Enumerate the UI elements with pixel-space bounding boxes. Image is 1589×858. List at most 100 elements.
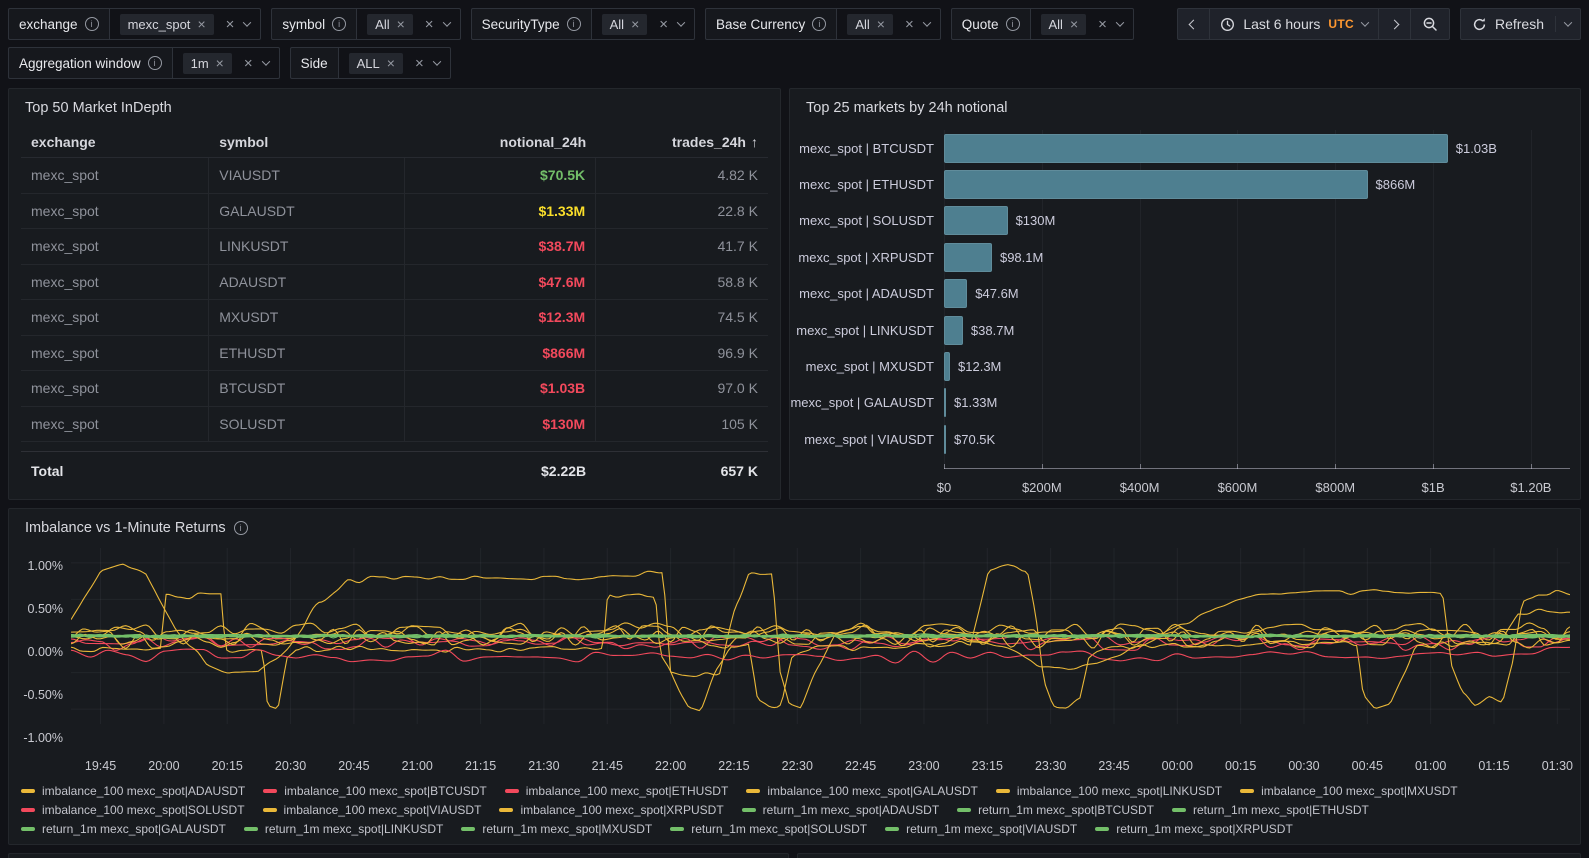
x-tick-label: 22:30 [782,759,813,773]
filter-chip-all[interactable]: ALL× [349,53,403,74]
x-tick-label: 23:00 [908,759,939,773]
legend-item-return-1m-mexc-spot-xrpusdt[interactable]: return_1m mexc_spot|XRPUSDT [1095,822,1293,836]
remove-chip-icon[interactable]: × [397,17,405,31]
legend-item-imbalance-100-mexc-spot-viausdt[interactable]: imbalance_100 mexc_spot|VIAUSDT [263,803,482,817]
legend-item-return-1m-mexc-spot-mxusdt[interactable]: return_1m mexc_spot|MXUSDT [461,822,652,836]
refresh-interval-dropdown[interactable] [1556,21,1580,27]
x-tick-label: $800M [1315,480,1355,495]
legend-item-imbalance-100-mexc-spot-xrpusdt[interactable]: imbalance_100 mexc_spot|XRPUSDT [499,803,723,817]
info-icon[interactable]: i [567,17,581,31]
time-zoom-out-button[interactable] [1411,9,1449,39]
legend-item-imbalance-100-mexc-spot-mxusdt[interactable]: imbalance_100 mexc_spot|MXUSDT [1240,784,1458,798]
chevron-down-icon[interactable] [677,18,685,26]
legend-item-imbalance-100-mexc-spot-solusdt[interactable]: imbalance_100 mexc_spot|SOLUSDT [21,803,245,817]
legend-item-return-1m-mexc-spot-viausdt[interactable]: return_1m mexc_spot|VIAUSDT [885,822,1077,836]
bar-label-mexc-spot-linkusdt: mexc_spot | LINKUSDT [796,312,944,348]
legend-swatch [505,789,519,793]
column-header-symbol[interactable]: symbol [209,134,405,150]
filter-chip-1m[interactable]: 1m× [183,53,232,74]
info-icon[interactable]: i [148,56,162,70]
bar [944,425,946,454]
time-shift-back-button[interactable] [1178,9,1210,39]
filter-chip-all[interactable]: All× [1041,14,1087,35]
bar-value-label: $1.03B [1456,141,1497,156]
legend-label: return_1m mexc_spot|BTCUSDT [978,803,1154,817]
legend-item-return-1m-mexc-spot-solusdt[interactable]: return_1m mexc_spot|SOLUSDT [670,822,867,836]
clear-filter-icon[interactable]: × [244,56,253,71]
legend-item-return-1m-mexc-spot-ethusdt[interactable]: return_1m mexc_spot|ETHUSDT [1172,803,1369,817]
filter-value-input[interactable]: All×× [1030,8,1134,40]
legend-item-return-1m-mexc-spot-adausdt[interactable]: return_1m mexc_spot|ADAUSDT [742,803,940,817]
chevron-down-icon[interactable] [243,18,251,26]
clear-filter-icon[interactable]: × [1098,17,1107,32]
info-icon[interactable]: i [812,17,826,31]
info-icon[interactable]: i [332,17,346,31]
chevron-down-icon[interactable] [922,18,930,26]
panel-title[interactable]: Imbalance vs 1-Minute Returns i [9,509,1580,542]
chevron-down-icon[interactable] [432,57,440,65]
filter-value-input[interactable]: All × × [836,8,940,40]
panel-title[interactable]: Top 25 markets by 24h notional [790,89,1580,122]
panel-title[interactable]: Top 50 Market InDepth [9,89,780,122]
remove-chip-icon[interactable]: × [877,17,885,31]
legend-item-imbalance-100-mexc-spot-galausdt[interactable]: imbalance_100 mexc_spot|GALAUSDT [746,784,978,798]
filter-chip-label: All [855,17,869,32]
legend-item-imbalance-100-mexc-spot-linkusdt[interactable]: imbalance_100 mexc_spot|LINKUSDT [996,784,1222,798]
filter-value-input[interactable]: All×× [356,8,460,40]
chevron-down-icon[interactable] [442,18,450,26]
legend-item-return-1m-mexc-spot-linkusdt[interactable]: return_1m mexc_spot|LINKUSDT [244,822,444,836]
bar-value-label: $130M [1016,213,1056,228]
info-icon[interactable]: i [1006,17,1020,31]
filter-groups-row2: Aggregation windowi1m××SideALL×× [8,47,451,79]
filter-chip-all[interactable]: All × [847,14,893,35]
panel-top50-market-indepth: Top 50 Market InDepth exchange symbol no… [8,88,781,500]
time-picker-group: Last 6 hours UTC [1177,8,1450,40]
remove-chip-icon[interactable]: × [631,17,639,31]
legend-item-imbalance-100-mexc-spot-btcusdt[interactable]: imbalance_100 mexc_spot|BTCUSDT [263,784,487,798]
legend-swatch [461,827,475,831]
legend-label: imbalance_100 mexc_spot|MXUSDT [1261,784,1458,798]
filter-quote: QuoteiAll×× [951,8,1134,40]
chevron-down-icon[interactable] [1116,18,1124,26]
filter-aggregation-window: Aggregation windowi1m×× [8,47,280,79]
filter-chip-mexc-spot[interactable]: mexc_spot× [120,14,214,35]
refresh-button[interactable]: Refresh [1461,16,1556,32]
panel-info-icon[interactable]: i [234,521,248,535]
column-header-notional[interactable]: notional_24h [405,134,596,150]
filter-chip-all[interactable]: All× [367,14,413,35]
remove-chip-icon[interactable]: × [387,56,395,70]
bar-rows: $1.03B$866M$130M$98.1M$47.6M$38.7M$12.3M… [944,130,1570,458]
legend-item-return-1m-mexc-spot-btcusdt[interactable]: return_1m mexc_spot|BTCUSDT [957,803,1154,817]
x-tick-label: 21:45 [592,759,623,773]
column-header-exchange[interactable]: exchange [21,134,209,150]
column-header-trades[interactable]: trades_24h↑ [596,134,768,150]
remove-chip-icon[interactable]: × [216,56,224,70]
clear-filter-icon[interactable]: × [415,56,424,71]
bar-label-mexc-spot-galausdt: mexc_spot | GALAUSDT [796,385,944,421]
filter-value-input[interactable]: 1m×× [172,47,280,79]
table-row-linkusdt: mexc_spotLINKUSDT$38.7M41.7 K [21,229,768,265]
legend-item-imbalance-100-mexc-spot-adausdt[interactable]: imbalance_100 mexc_spot|ADAUSDT [21,784,245,798]
clear-filter-icon[interactable]: × [425,17,434,32]
filter-chip-all[interactable]: All× [602,14,648,35]
filter-value-input[interactable]: mexc_spot×× [109,8,262,40]
x-tick-label: $0 [937,480,951,495]
legend-item-imbalance-100-mexc-spot-ethusdt[interactable]: imbalance_100 mexc_spot|ETHUSDT [505,784,729,798]
clear-filter-icon[interactable]: × [659,17,668,32]
time-range-button[interactable]: Last 6 hours UTC [1210,9,1379,39]
bar-value-label: $47.6M [975,286,1018,301]
clear-filter-icon[interactable]: × [905,17,914,32]
cell-symbol: LINKUSDT [209,229,405,264]
table-header-row: exchange symbol notional_24h trades_24h↑ [21,126,768,158]
filter-value-input[interactable]: All×× [591,8,695,40]
info-icon[interactable]: i [85,17,99,31]
time-shift-forward-button[interactable] [1379,9,1411,39]
legend-item-return-1m-mexc-spot-galausdt[interactable]: return_1m mexc_spot|GALAUSDT [21,822,226,836]
cell-exchange: mexc_spot [21,371,209,406]
chevron-down-icon[interactable] [261,57,269,65]
remove-chip-icon[interactable]: × [197,17,205,31]
panel-stub [8,853,789,858]
clear-filter-icon[interactable]: × [226,17,235,32]
filter-value-input[interactable]: ALL×× [338,47,451,79]
remove-chip-icon[interactable]: × [1070,17,1078,31]
